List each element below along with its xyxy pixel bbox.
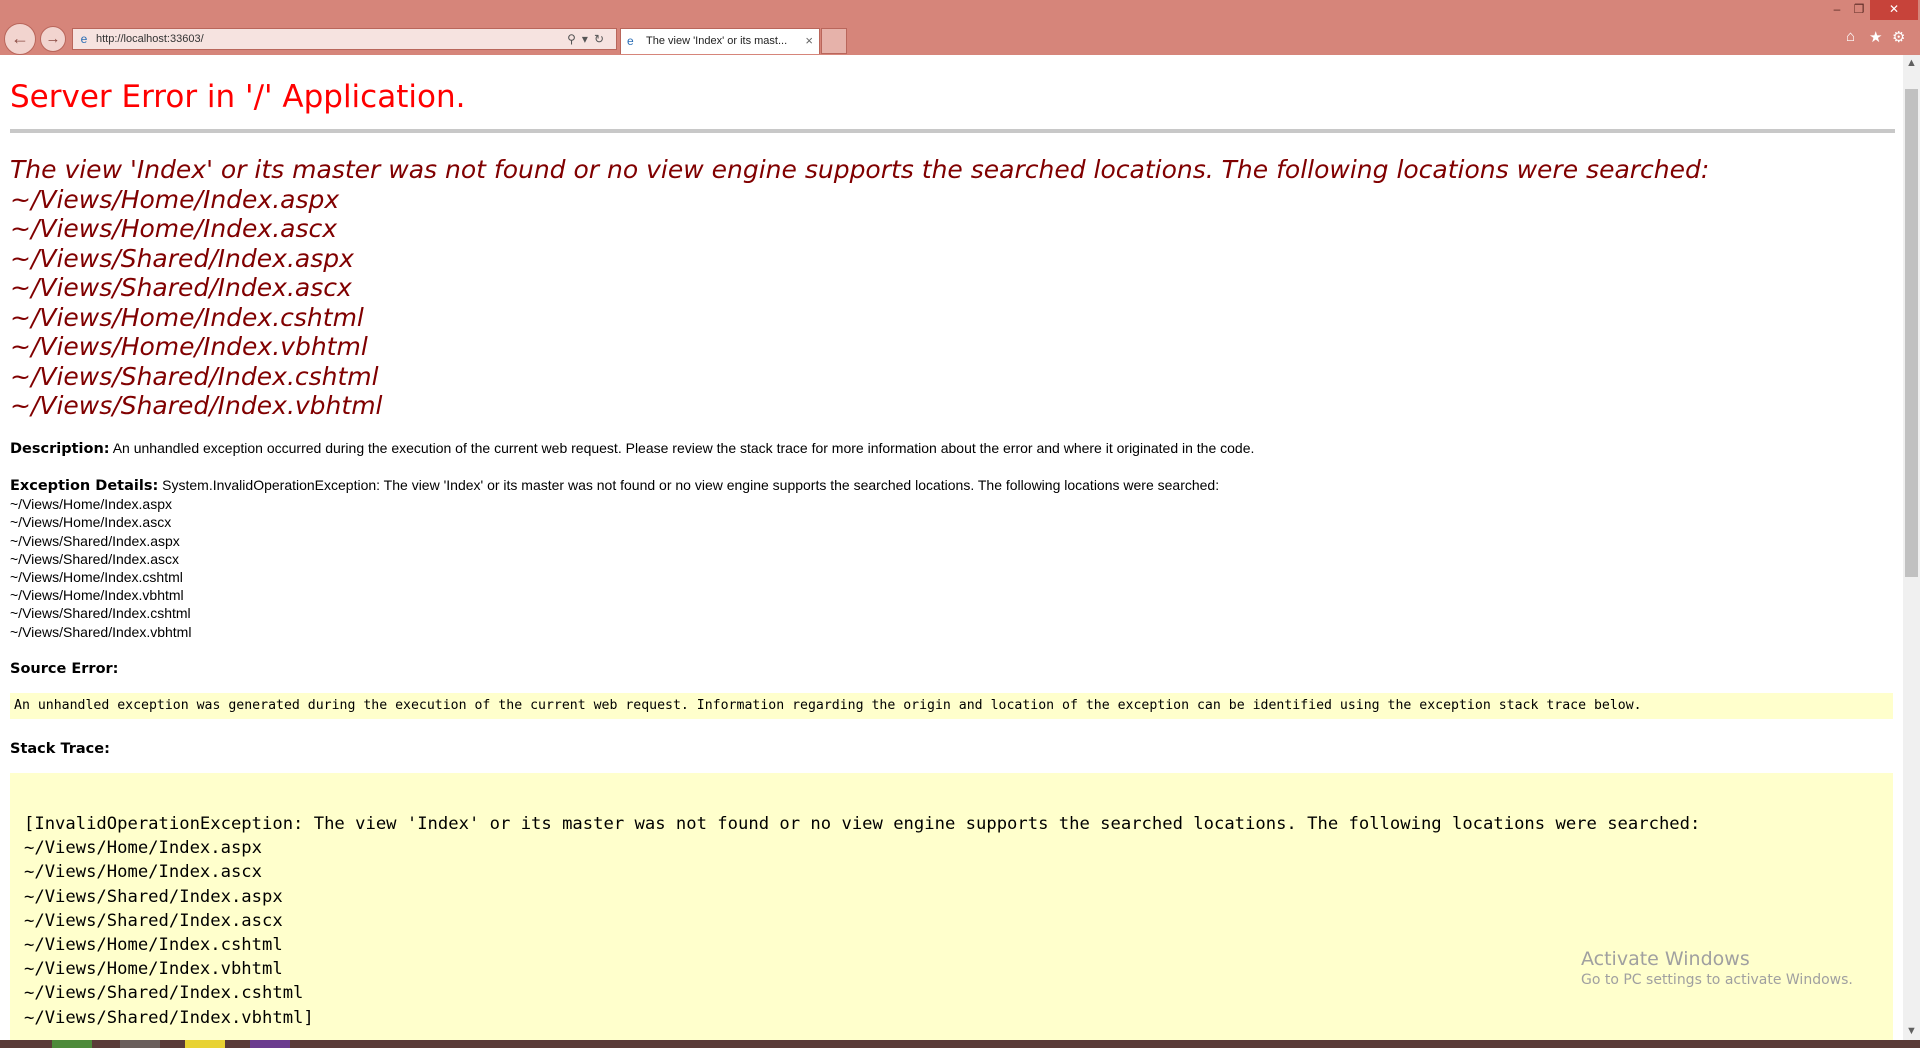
browser-chrome: ← → e http://localhost:33603/ ⚲▾↻ e The … <box>0 0 1920 55</box>
source-error-label-text: Source Error: <box>10 661 119 677</box>
scroll-down-icon[interactable]: ▼ <box>1903 1023 1920 1040</box>
error-heading: The view 'Index' or its master was not f… <box>10 155 1709 421</box>
dropdown-icon[interactable]: ▾ <box>582 32 594 46</box>
watermark-title: Activate Windows <box>1581 948 1750 970</box>
vertical-scrollbar[interactable]: ▲ ▼ <box>1903 55 1920 1040</box>
error-heading-line: ~/Views/Home/Index.aspx <box>10 184 340 214</box>
error-heading-line: ~/Views/Home/Index.cshtml <box>10 302 364 332</box>
scroll-thumb[interactable] <box>1905 89 1918 577</box>
favorites-star-icon[interactable]: ★ <box>1869 28 1882 46</box>
watermark-subtitle: Go to PC settings to activate Windows. <box>1581 972 1853 988</box>
exception-details: Exception Details: System.InvalidOperati… <box>10 476 1219 641</box>
stack-trace-line: ~/Views/Shared/Index.aspx <box>24 886 283 907</box>
stack-trace-line: [InvalidOperationException: The view 'In… <box>24 814 1701 834</box>
new-tab-button[interactable] <box>821 28 847 54</box>
page-content: Server Error in '/' Application. The vie… <box>0 55 1903 1040</box>
stack-trace-line: ~/Views/Shared/Index.ascx <box>24 910 283 931</box>
exception-line: ~/Views/Shared/Index.ascx <box>10 550 180 567</box>
error-heading-line: The view 'Index' or its master was not f… <box>10 155 1710 184</box>
exception-line: System.InvalidOperationException: The vi… <box>162 477 1220 493</box>
error-heading-line: ~/Views/Home/Index.ascx <box>10 214 338 243</box>
search-icon[interactable]: ⚲ <box>567 32 582 46</box>
exception-line: ~/Views/Home/Index.ascx <box>10 514 172 531</box>
taskbar-app[interactable] <box>185 1040 225 1048</box>
taskbar <box>0 1040 1920 1048</box>
description-label: Description: <box>10 441 110 457</box>
scroll-up-icon[interactable]: ▲ <box>1903 55 1920 72</box>
exception-label: Exception Details: <box>10 478 159 494</box>
exception-line: ~/Views/Home/Index.vbhtml <box>10 587 184 604</box>
taskbar-app[interactable] <box>250 1040 290 1048</box>
stack-trace-box: [InvalidOperationException: The view 'In… <box>10 773 1893 1040</box>
error-heading-line: ~/Views/Shared/Index.vbhtml <box>10 391 383 420</box>
stack-trace-label: Stack Trace: <box>10 739 110 758</box>
exception-line: ~/Views/Home/Index.aspx <box>10 496 172 513</box>
forward-arrow-icon[interactable]: → <box>40 26 66 52</box>
divider <box>10 129 1895 133</box>
source-error-label: Source Error: <box>10 659 118 678</box>
stack-trace-label-text: Stack Trace: <box>10 741 110 757</box>
stack-trace-line: ~/Views/Home/Index.ascx <box>24 862 262 883</box>
settings-gear-icon[interactable]: ⚙ <box>1892 28 1905 46</box>
description: Description: An unhandled exception occu… <box>10 439 1254 458</box>
description-text: An unhandled exception occurred during t… <box>112 440 1255 456</box>
address-tools: ⚲▾↻ <box>567 29 610 49</box>
refresh-icon[interactable]: ↻ <box>594 32 610 46</box>
ie-favicon-icon: e <box>80 32 88 46</box>
error-heading-line: ~/Views/Shared/Index.cshtml <box>10 361 379 391</box>
error-heading-line: ~/Views/Shared/Index.aspx <box>10 243 354 273</box>
restore-icon[interactable]: ❐ <box>1848 0 1870 20</box>
stack-trace-line: ~/Views/Shared/Index.vbhtml] <box>24 1007 314 1028</box>
taskbar-app[interactable] <box>52 1040 92 1048</box>
exception-line: ~/Views/Home/Index.cshtml <box>10 569 183 586</box>
tab-close-icon[interactable]: × <box>805 29 813 53</box>
home-icon[interactable]: ⌂ <box>1846 28 1855 45</box>
address-url[interactable]: http://localhost:33603/ <box>96 29 204 49</box>
taskbar-app[interactable] <box>120 1040 160 1048</box>
exception-line: ~/Views/Shared/Index.aspx <box>10 532 180 549</box>
exception-line: ~/Views/Shared/Index.vbhtml <box>10 623 192 640</box>
source-error-box: An unhandled exception was generated dur… <box>10 693 1893 719</box>
tab-active[interactable]: e The view 'Index' or its mast... × <box>620 28 820 54</box>
tab-title: The view 'Index' or its mast... <box>646 35 788 47</box>
minimize-icon[interactable]: – <box>1826 0 1848 20</box>
error-heading-line: ~/Views/Home/Index.vbhtml <box>10 332 368 361</box>
error-heading-line: ~/Views/Shared/Index.ascx <box>10 273 352 302</box>
window-close-icon[interactable]: ✕ <box>1870 0 1918 20</box>
address-bar[interactable]: e http://localhost:33603/ ⚲▾↻ <box>72 28 617 50</box>
page-title: Server Error in '/' Application. <box>10 79 466 115</box>
stack-trace-line: ~/Views/Home/Index.aspx <box>24 838 262 859</box>
ie-favicon-icon: e <box>627 34 634 48</box>
back-arrow-icon[interactable]: ← <box>4 23 36 55</box>
activation-watermark: Activate Windows Go to PC settings to ac… <box>1581 948 1853 988</box>
exception-line: ~/Views/Shared/Index.cshtml <box>10 605 191 622</box>
